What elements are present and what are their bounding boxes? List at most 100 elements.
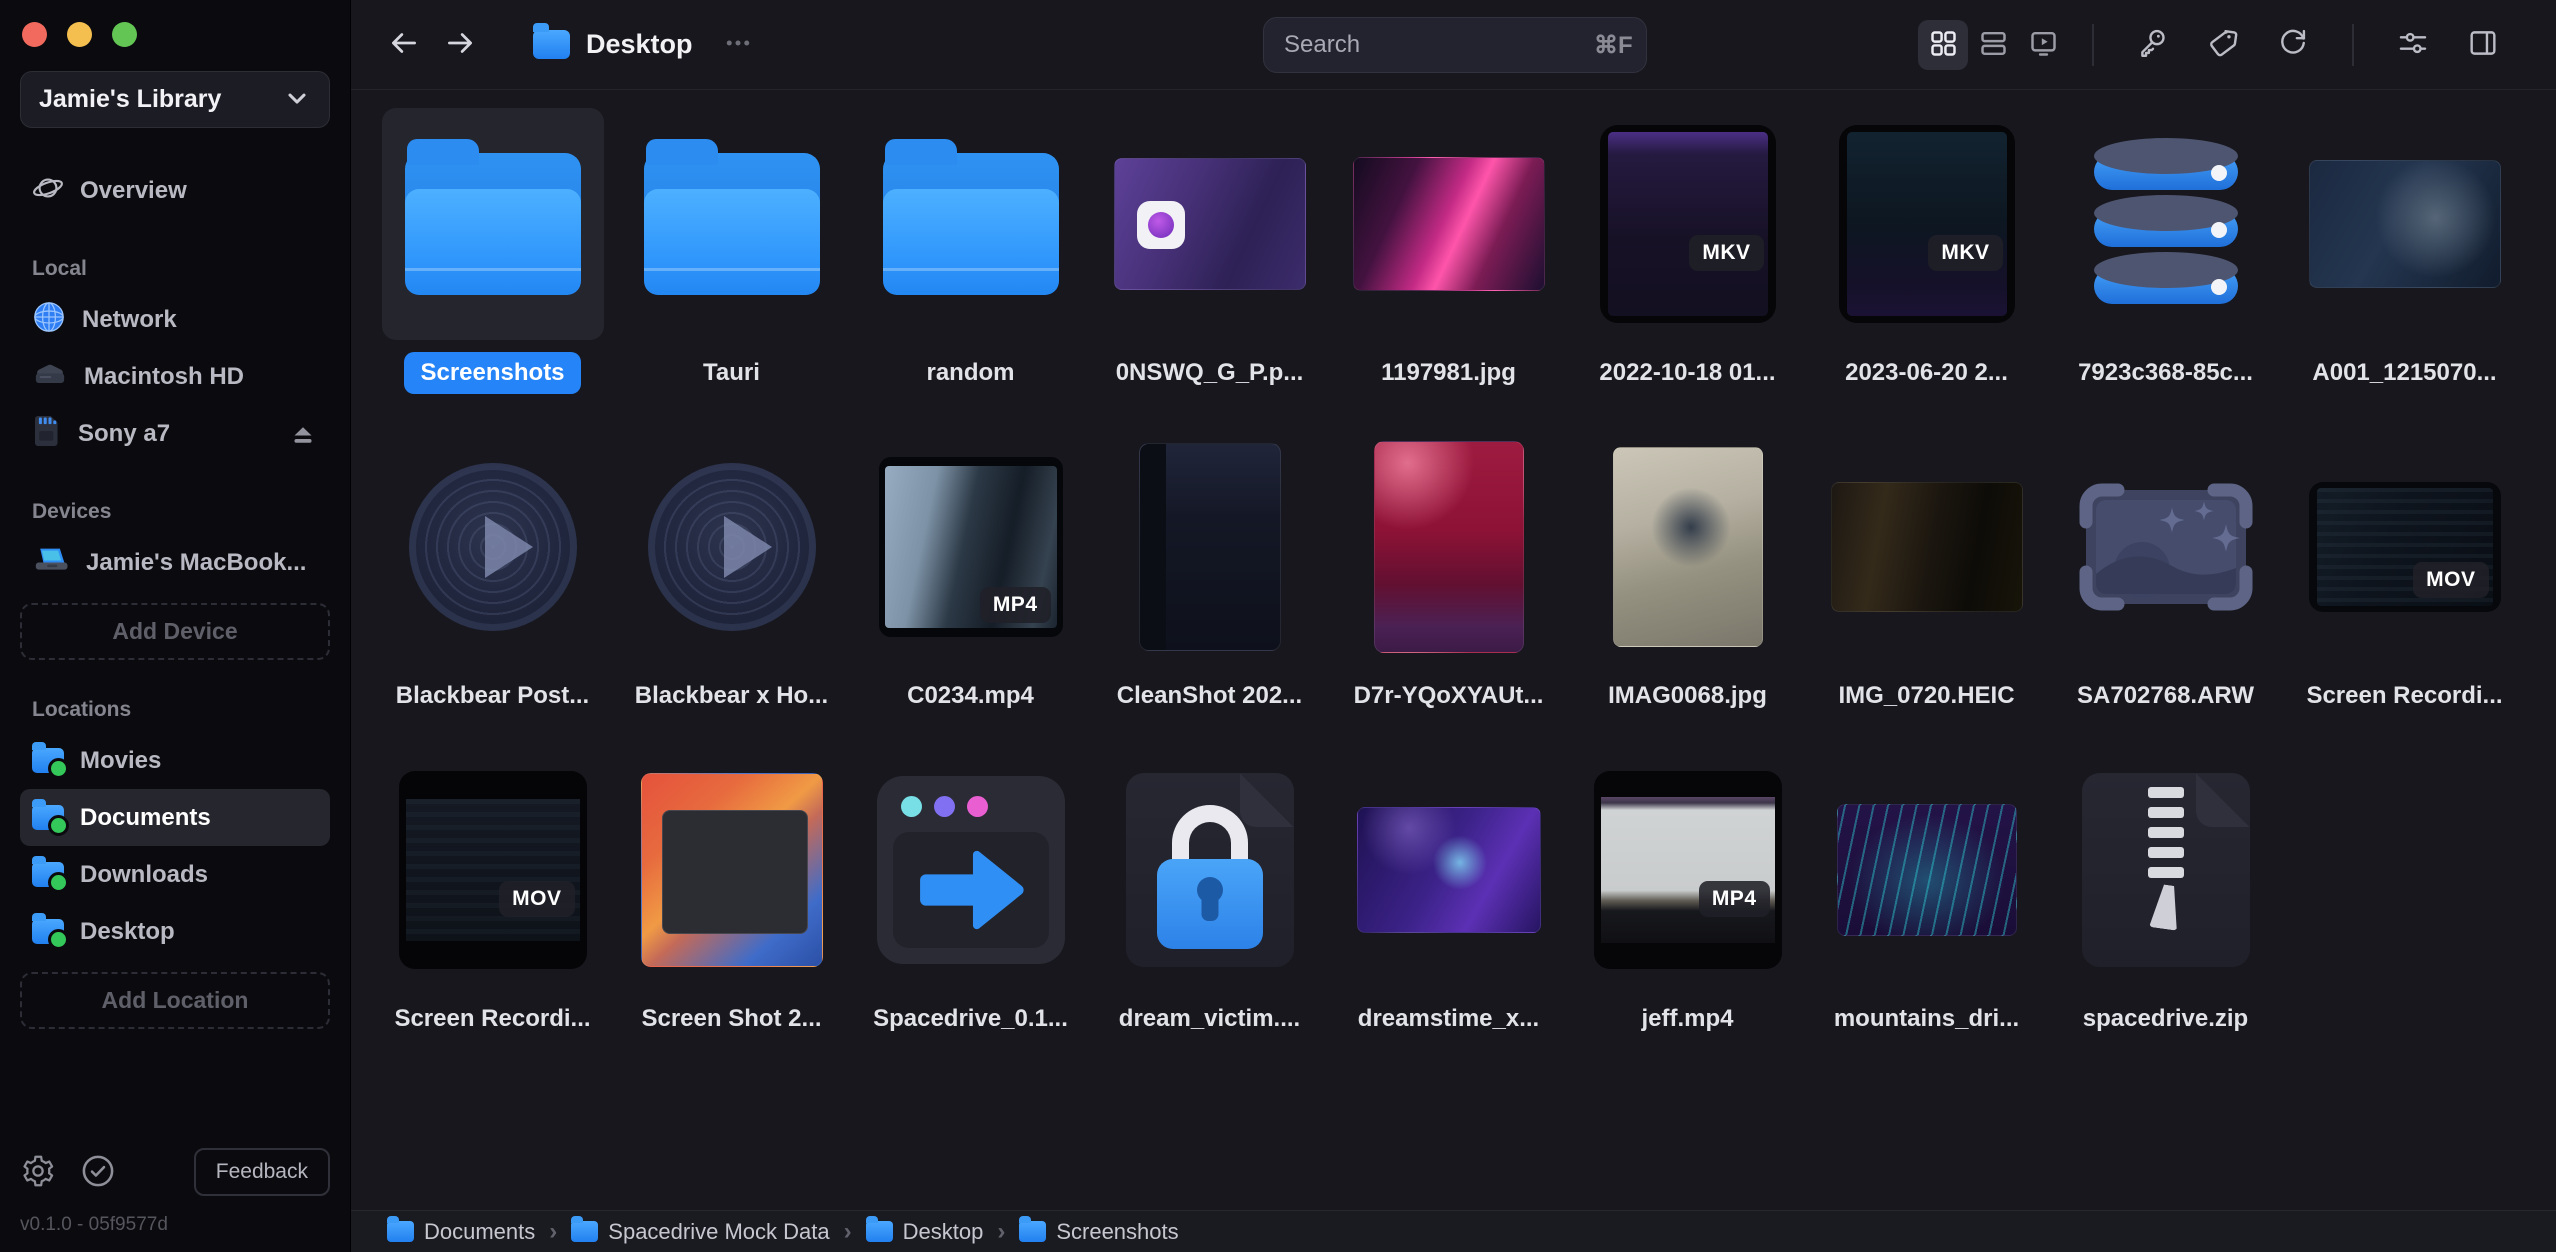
- filters-button[interactable]: [2388, 20, 2438, 70]
- breadcrumb-item[interactable]: Spacedrive Mock Data: [571, 1219, 829, 1245]
- file-item[interactable]: 1197981.jpg: [1329, 108, 1568, 431]
- location-menu-button[interactable]: [723, 28, 753, 61]
- file-item[interactable]: Blackbear Post...: [373, 431, 612, 754]
- file-thumbnail-area: MKV: [1816, 108, 2038, 340]
- library-name: Jamie's Library: [39, 85, 221, 114]
- sidebar-item-downloads[interactable]: Downloads: [20, 846, 330, 903]
- close-button[interactable]: [22, 22, 47, 47]
- file-item[interactable]: MP4jeff.mp4: [1568, 754, 1807, 1077]
- file-item[interactable]: mountains_dri...: [1807, 754, 2046, 1077]
- file-item[interactable]: Tauri: [612, 108, 851, 431]
- file-item[interactable]: MP4C0234.mp4: [851, 431, 1090, 754]
- file-name: random: [910, 352, 1030, 394]
- add-location-button[interactable]: Add Location: [20, 972, 330, 1029]
- gear-icon: [20, 1153, 56, 1192]
- file-item[interactable]: Spacedrive_0.1...: [851, 754, 1090, 1077]
- zoom-button[interactable]: [112, 22, 137, 47]
- search-input[interactable]: [1284, 31, 1594, 59]
- sidebar-item-sony-a7[interactable]: Sony a7: [20, 405, 330, 462]
- file-thumbnail-area: [860, 754, 1082, 986]
- sidebar-section-locations: LocationsMoviesDocumentsDownloadsDesktop…: [20, 698, 330, 1029]
- file-thumbnail-area: MOV: [382, 754, 604, 986]
- file-item[interactable]: Screen Shot 2...: [612, 754, 851, 1077]
- eject-icon[interactable]: [288, 419, 318, 449]
- minimize-button[interactable]: [67, 22, 92, 47]
- file-thumbnail-area: [1099, 754, 1321, 986]
- file-item[interactable]: random: [851, 108, 1090, 431]
- sidebar-section-title: Local: [20, 257, 330, 281]
- sidebar-item-overview[interactable]: Overview: [20, 162, 330, 219]
- grid-view-button[interactable]: [1918, 20, 1968, 70]
- sidebar-item-network[interactable]: Network: [20, 291, 330, 348]
- sidebar-item-label: Network: [82, 306, 177, 334]
- file-name: 2022-10-18 01...: [1583, 352, 1791, 394]
- laptop-icon: [32, 544, 70, 581]
- file-item[interactable]: MKV2023-06-20 2...: [1807, 108, 2046, 431]
- file-item[interactable]: 7923c368-85c...: [2046, 108, 2285, 431]
- spacedrive-window: Jamie's Library Overview Local Network Mac…: [0, 0, 2556, 1252]
- current-location[interactable]: Desktop: [533, 28, 753, 61]
- hard-drive-icon: [32, 359, 68, 394]
- explorer-pane: Desktop ⌘F ScreenshotsTaurirandom0NSWQ_G…: [350, 0, 2556, 1252]
- key-button[interactable]: [2128, 20, 2178, 70]
- file-thumbnail-area: [382, 108, 604, 340]
- file-thumbnail: MP4: [1594, 771, 1782, 969]
- ellipsis-icon: [723, 28, 753, 61]
- file-item[interactable]: MKV 2022-10-18 01...: [1568, 108, 1807, 431]
- file-item[interactable]: D7r-YQoXYAUt...: [1329, 431, 1568, 754]
- file-item[interactable]: IMG_0720.HEIC: [1807, 431, 2046, 754]
- sidebar-item-jamie-s-macbook[interactable]: Jamie's MacBook...: [20, 534, 330, 591]
- file-thumbnail-area: [1816, 431, 2038, 663]
- search-bar[interactable]: ⌘F: [1263, 17, 1647, 73]
- zipper-icon: [2148, 787, 2184, 878]
- job-manager-button[interactable]: [80, 1153, 116, 1192]
- file-item[interactable]: A001_1215070...: [2285, 108, 2524, 431]
- file-item[interactable]: spacedrive.zip: [2046, 754, 2285, 1077]
- forward-button[interactable]: [437, 22, 483, 68]
- file-item[interactable]: MOVScreen Recordi...: [2285, 431, 2524, 754]
- chevron-down-icon: [283, 84, 311, 115]
- arrow-left-icon: [387, 26, 421, 63]
- file-name: CleanShot 202...: [1101, 675, 1318, 717]
- sidebar-item-desktop[interactable]: Desktop: [20, 903, 330, 960]
- sidebar-item-label: Overview: [80, 177, 187, 205]
- sidebar-item-documents[interactable]: Documents: [20, 789, 330, 846]
- sidebar-item-macintosh-hd[interactable]: Macintosh HD: [20, 348, 330, 405]
- inspector-toggle-button[interactable]: [2458, 20, 2508, 70]
- file-item[interactable]: MOVScreen Recordi...: [373, 754, 612, 1077]
- location-label: Desktop: [586, 29, 693, 60]
- file-item[interactable]: Blackbear x Ho...: [612, 431, 851, 754]
- breadcrumb-item[interactable]: Documents: [387, 1219, 535, 1245]
- list-view-button[interactable]: [1968, 20, 2018, 70]
- file-name: dream_victim....: [1103, 998, 1316, 1040]
- file-item[interactable]: SA702768.ARW: [2046, 431, 2285, 754]
- tag-button[interactable]: [2198, 20, 2248, 70]
- feedback-button[interactable]: Feedback: [194, 1148, 330, 1196]
- refresh-icon: [2276, 26, 2310, 63]
- sidebar-item-label: Sony a7: [78, 420, 170, 448]
- settings-button[interactable]: [20, 1153, 56, 1192]
- file-item[interactable]: dream_victim....: [1090, 754, 1329, 1077]
- sidebar-item-movies[interactable]: Movies: [20, 732, 330, 789]
- file-item[interactable]: dreamstime_x...: [1329, 754, 1568, 1077]
- file-name: Screen Shot 2...: [625, 998, 837, 1040]
- file-item[interactable]: CleanShot 202...: [1090, 431, 1329, 754]
- folder-icon: [644, 153, 820, 295]
- file-item[interactable]: Screenshots: [373, 108, 612, 431]
- add-device-button[interactable]: Add Device: [20, 603, 330, 660]
- file-name: Blackbear x Ho...: [619, 675, 844, 717]
- toolbar-separator: [2352, 24, 2354, 66]
- media-view-button[interactable]: [2018, 20, 2068, 70]
- file-item[interactable]: 0NSWQ_G_P.p...: [1090, 108, 1329, 431]
- breadcrumb-item[interactable]: Desktop: [866, 1219, 984, 1245]
- refresh-button[interactable]: [2268, 20, 2318, 70]
- breadcrumb-item[interactable]: Screenshots: [1019, 1219, 1178, 1245]
- library-switcher[interactable]: Jamie's Library: [20, 71, 330, 128]
- file-name: Blackbear Post...: [380, 675, 605, 717]
- back-button[interactable]: [381, 22, 427, 68]
- topbar: Desktop ⌘F: [351, 0, 2556, 90]
- file-item[interactable]: IMAG0068.jpg: [1568, 431, 1807, 754]
- file-thumbnail-area: MKV: [1577, 108, 1799, 340]
- sidebar-section-devices: DevicesJamie's MacBook...Add Device: [20, 500, 330, 660]
- file-thumbnail-area: [621, 431, 843, 663]
